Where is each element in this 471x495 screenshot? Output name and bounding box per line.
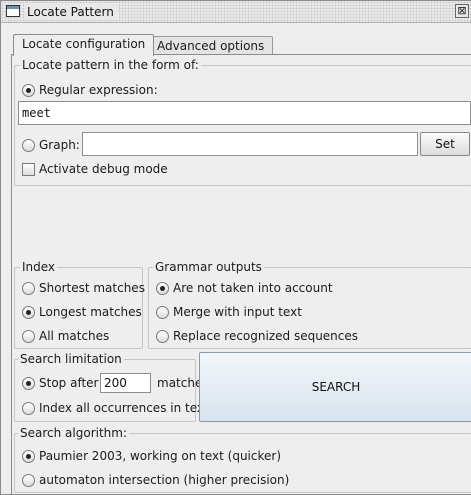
- algorithm-intersection-indicator[interactable]: [22, 473, 35, 487]
- index-longest-indicator[interactable]: [22, 305, 35, 319]
- debug-checkbox[interactable]: Activate debug mode: [22, 162, 168, 176]
- index-all-label: All matches: [39, 329, 110, 343]
- index-legend: Index: [20, 260, 58, 274]
- grammar-ignore-label: Are not taken into account: [173, 281, 333, 295]
- index-all-occurrences-indicator[interactable]: [22, 401, 35, 415]
- index-all-occurrences-label: Index all occurrences in text: [39, 401, 209, 415]
- search-algorithm-legend: Search algorithm:: [18, 426, 129, 440]
- regex-radio-indicator[interactable]: [22, 83, 35, 97]
- regex-radio[interactable]: Regular expression:: [22, 83, 158, 97]
- algorithm-intersection-label: automaton intersection (higher precision…: [39, 473, 290, 487]
- index-shortest-radio[interactable]: Shortest matches: [22, 281, 145, 295]
- debug-label: Activate debug mode: [39, 162, 168, 176]
- grammar-merge-radio[interactable]: Merge with input text: [156, 305, 302, 319]
- title-bar[interactable]: Locate Pattern ⊠: [1, 1, 471, 23]
- stop-after-label: Stop after: [39, 376, 99, 390]
- regex-input[interactable]: meet: [18, 101, 471, 125]
- index-longest-label: Longest matches: [39, 305, 142, 319]
- locate-pattern-window: Locate Pattern ⊠ Locate configuration Ad…: [0, 0, 471, 495]
- grammar-merge-label: Merge with input text: [173, 305, 302, 319]
- regex-label: Regular expression:: [39, 83, 158, 97]
- algorithm-paumier-label: Paumier 2003, working on text (quicker): [39, 449, 282, 463]
- tab-advanced-options[interactable]: Advanced options: [148, 36, 274, 56]
- grammar-replace-indicator[interactable]: [156, 329, 169, 343]
- grammar-ignore-radio[interactable]: Are not taken into account: [156, 281, 333, 295]
- window-icon: [6, 5, 20, 17]
- tab-locate-configuration[interactable]: Locate configuration: [13, 34, 155, 56]
- index-shortest-indicator[interactable]: [22, 281, 35, 295]
- index-all-occurrences-radio[interactable]: Index all occurrences in text: [22, 401, 209, 415]
- window-title: Locate Pattern: [25, 3, 119, 20]
- search-button[interactable]: SEARCH: [199, 352, 471, 422]
- grammar-replace-label: Replace recognized sequences: [173, 329, 359, 343]
- close-icon[interactable]: ⊠: [455, 4, 469, 18]
- graph-input[interactable]: [82, 132, 418, 156]
- graph-label: Graph:: [39, 138, 80, 152]
- grammar-replace-radio[interactable]: Replace recognized sequences: [156, 329, 358, 343]
- set-button[interactable]: Set: [420, 132, 470, 156]
- grammar-ignore-indicator[interactable]: [156, 281, 169, 295]
- stop-after-input[interactable]: 200: [100, 373, 151, 393]
- locate-pattern-legend: Locate pattern in the form of:: [20, 58, 201, 72]
- graph-radio[interactable]: Graph:: [22, 138, 80, 152]
- index-longest-radio[interactable]: Longest matches: [22, 305, 142, 319]
- algorithm-paumier-radio[interactable]: Paumier 2003, working on text (quicker): [22, 449, 281, 463]
- debug-checkbox-box[interactable]: [22, 162, 35, 176]
- locate-configuration-panel: Locate pattern in the form of: Regular e…: [11, 54, 471, 494]
- grammar-legend: Grammar outputs: [153, 260, 264, 274]
- index-all-indicator[interactable]: [22, 329, 35, 343]
- index-all-radio[interactable]: All matches: [22, 329, 109, 343]
- graph-radio-indicator[interactable]: [22, 138, 35, 152]
- algorithm-paumier-indicator[interactable]: [22, 449, 35, 463]
- search-limitation-legend: Search limitation: [18, 352, 124, 366]
- grammar-merge-indicator[interactable]: [156, 305, 169, 319]
- index-shortest-label: Shortest matches: [39, 281, 145, 295]
- algorithm-intersection-radio[interactable]: automaton intersection (higher precision…: [22, 473, 289, 487]
- stop-after-indicator[interactable]: [22, 376, 35, 390]
- stop-after-radio[interactable]: Stop after: [22, 376, 98, 390]
